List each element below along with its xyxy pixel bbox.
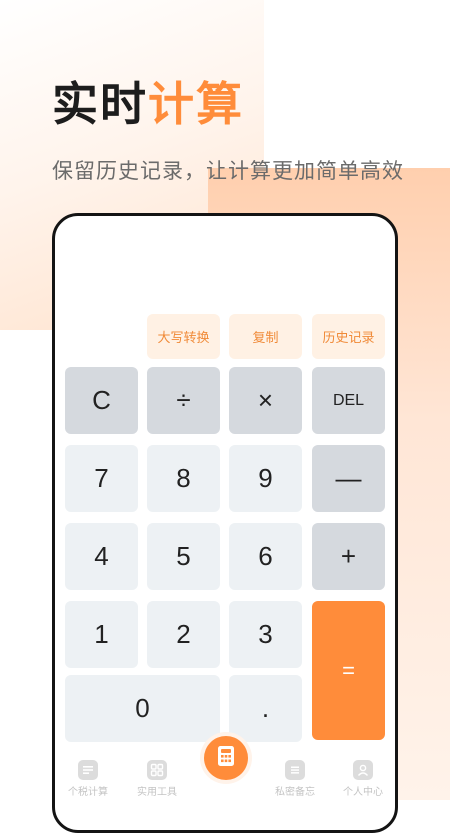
uppercase-convert-button[interactable]: 大写转换: [147, 314, 220, 359]
equals-key[interactable]: =: [312, 601, 385, 740]
copy-button[interactable]: 复制: [229, 314, 302, 359]
key-4[interactable]: 4: [65, 523, 138, 590]
headline: 实时计算: [52, 76, 244, 132]
profile-icon: [353, 760, 373, 780]
history-button[interactable]: 历史记录: [312, 314, 385, 359]
phone-frame: 大写转换 复制 历史记录 C ÷ × DEL 7 8 9 — 4 5 6 + 1…: [52, 213, 398, 833]
key-3[interactable]: 3: [229, 601, 302, 668]
headline-part-1: 实时: [52, 77, 148, 131]
multiply-key[interactable]: ×: [229, 367, 302, 434]
nav-item-tools[interactable]: 实用工具: [127, 760, 187, 798]
key-8[interactable]: 8: [147, 445, 220, 512]
subtitle: 保留历史记录，让计算更加简单高效: [52, 159, 404, 183]
nav-label-tools: 实用工具: [137, 787, 177, 798]
nav-label-tax: 个税计算: [68, 787, 108, 798]
tax-calculator-icon: [78, 760, 98, 780]
minus-key[interactable]: —: [312, 445, 385, 512]
key-5[interactable]: 5: [147, 523, 220, 590]
nav-item-profile[interactable]: 个人中心: [333, 760, 393, 798]
delete-key[interactable]: DEL: [312, 367, 385, 434]
key-2[interactable]: 2: [147, 601, 220, 668]
key-7[interactable]: 7: [65, 445, 138, 512]
headline-part-2: 计算: [148, 77, 244, 131]
notes-icon: [285, 760, 305, 780]
key-0[interactable]: 0: [65, 675, 220, 742]
grid-tools-icon: [147, 760, 167, 780]
calculator-icon: [216, 745, 236, 771]
key-1[interactable]: 1: [65, 601, 138, 668]
decimal-key[interactable]: .: [229, 675, 302, 742]
divide-key[interactable]: ÷: [147, 367, 220, 434]
bottom-nav: 个税计算 实用工具 私密备忘 个人中心: [55, 736, 395, 813]
plus-key[interactable]: +: [312, 523, 385, 590]
key-9[interactable]: 9: [229, 445, 302, 512]
nav-label-profile: 个人中心: [343, 787, 383, 798]
nav-label-notes: 私密备忘: [275, 787, 315, 798]
calculator-tab-button[interactable]: [204, 736, 248, 780]
nav-item-notes[interactable]: 私密备忘: [265, 760, 325, 798]
nav-item-tax[interactable]: 个税计算: [58, 760, 118, 798]
clear-key[interactable]: C: [65, 367, 138, 434]
key-6[interactable]: 6: [229, 523, 302, 590]
